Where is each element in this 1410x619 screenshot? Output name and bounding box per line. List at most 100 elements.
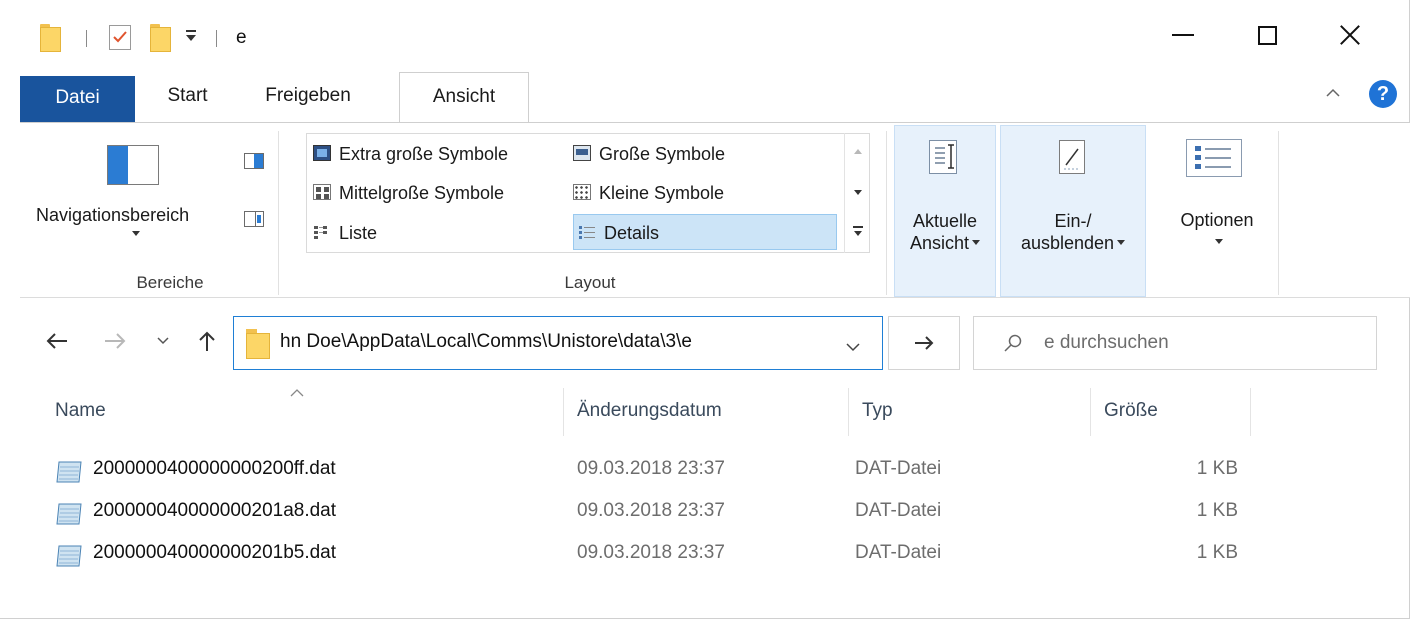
- maximize-icon: [1257, 25, 1277, 45]
- ein-ausblenden-label-1: Ein-/: [1054, 211, 1092, 231]
- column-separator[interactable]: [1250, 388, 1251, 436]
- address-path[interactable]: hn Doe\AppData\Local\Comms\Unistore\data…: [280, 331, 692, 353]
- large-icons-icon: [573, 145, 591, 162]
- layout-group-label: Layout: [564, 273, 616, 292]
- layout-extra-large-icons[interactable]: Extra große Symbole: [313, 136, 508, 172]
- file-row[interactable]: 200000040000000201b5.dat 09.03.2018 23:3…: [55, 532, 1255, 572]
- file-row[interactable]: 2000000400000000200ff.dat 09.03.2018 23:…: [55, 448, 1255, 488]
- layout-medium-icons[interactable]: Mittelgroße Symbole: [313, 175, 504, 211]
- search-input[interactable]: e durchsuchen: [973, 316, 1377, 370]
- column-header-date[interactable]: Änderungsdatum: [577, 400, 722, 422]
- file-size: 1 KB: [1196, 542, 1238, 563]
- column-separator[interactable]: [563, 388, 564, 436]
- explorer-window: e Datei Start Freigeben Ansicht ? Naviga…: [0, 0, 1410, 619]
- group-separator: [886, 131, 887, 295]
- layout-small-icons[interactable]: Kleine Symbole: [573, 175, 724, 211]
- small-icons-icon: [573, 184, 591, 201]
- chevron-down-icon: [157, 337, 169, 345]
- layout-more-button[interactable]: [845, 213, 871, 253]
- details-icon: [578, 224, 596, 241]
- layout-large-icons[interactable]: Große Symbole: [573, 136, 725, 172]
- ein-ausblenden-label-2: ausblenden: [1020, 233, 1115, 253]
- address-bar[interactable]: hn Doe\AppData\Local\Comms\Unistore\data…: [233, 316, 883, 370]
- options-icon: [1186, 139, 1242, 177]
- bereiche-group-label: Bereiche: [136, 273, 204, 292]
- column-separator[interactable]: [1090, 388, 1091, 436]
- dat-file-icon: [56, 503, 82, 525]
- file-row[interactable]: 200000040000000201a8.dat 09.03.2018 23:3…: [55, 490, 1255, 530]
- chevron-down-icon: [972, 239, 981, 245]
- forward-button[interactable]: [100, 324, 130, 358]
- aktuelle-ansicht-button[interactable]: Aktuelle Ansicht: [894, 125, 996, 297]
- customize-quick-access-icon[interactable]: [185, 30, 197, 44]
- arrow-up-icon: [199, 331, 215, 351]
- column-header-name[interactable]: Name: [55, 400, 106, 422]
- list-icon: [313, 224, 331, 241]
- column-separator[interactable]: [848, 388, 849, 436]
- help-icon[interactable]: ?: [1369, 80, 1397, 108]
- quick-access-separator: [216, 30, 217, 47]
- file-date: 09.03.2018 23:37: [577, 458, 725, 479]
- preview-pane-icon[interactable]: [244, 153, 264, 169]
- up-button[interactable]: [192, 324, 222, 358]
- file-type: DAT-Datei: [855, 542, 942, 563]
- ein-ausblenden-button[interactable]: Ein-/ausblenden: [1000, 125, 1146, 297]
- layout-scroll-up-button[interactable]: [845, 133, 871, 173]
- current-view-icon: [929, 140, 957, 174]
- column-header-type[interactable]: Typ: [862, 400, 893, 422]
- file-list: Name Änderungsdatum Typ Größe 2000000400…: [0, 382, 1410, 619]
- maximize-button[interactable]: [1237, 10, 1297, 60]
- folder-icon: [246, 329, 270, 359]
- quick-access-separator: [86, 30, 87, 47]
- search-placeholder: e durchsuchen: [1044, 332, 1169, 353]
- tab-datei[interactable]: Datei: [20, 76, 135, 122]
- file-date: 09.03.2018 23:37: [577, 500, 725, 521]
- address-history-button[interactable]: [846, 339, 860, 357]
- close-icon: [1339, 24, 1361, 46]
- tab-ansicht[interactable]: Ansicht: [399, 72, 529, 123]
- title-bar: e: [0, 0, 1410, 72]
- layout-list[interactable]: Liste: [313, 215, 377, 251]
- group-separator: [278, 131, 279, 295]
- column-header-size[interactable]: Größe: [1104, 400, 1158, 422]
- aktuelle-ansicht-label-2: Ansicht: [909, 233, 970, 253]
- optionen-button[interactable]: Optionen: [1152, 125, 1282, 297]
- medium-icons-icon: [313, 184, 331, 201]
- back-button[interactable]: [42, 324, 72, 358]
- aktuelle-ansicht-label-1: Aktuelle: [912, 211, 978, 231]
- ribbon-ansicht: Navigationsbereich Bereiche Extra große …: [20, 122, 1410, 298]
- group-separator: [1278, 131, 1279, 295]
- chevron-down-icon: [132, 231, 140, 236]
- details-pane-icon[interactable]: [244, 211, 264, 227]
- navigationsbereich-label: Navigationsbereich: [36, 205, 190, 225]
- recent-locations-button[interactable]: [148, 324, 178, 358]
- layout-scroll-down-button[interactable]: [845, 173, 871, 213]
- dat-file-icon: [56, 461, 82, 483]
- go-button[interactable]: [888, 316, 960, 370]
- minimize-icon: [1172, 34, 1194, 36]
- new-folder-icon[interactable]: [150, 24, 171, 52]
- dat-file-icon: [56, 545, 82, 567]
- chevron-down-icon: [1117, 239, 1126, 245]
- file-name: 200000040000000201a8.dat: [93, 500, 337, 521]
- sort-ascending-icon: [290, 389, 304, 397]
- tab-freigeben[interactable]: Freigeben: [243, 72, 373, 122]
- show-hide-icon: [1059, 140, 1085, 174]
- close-button[interactable]: [1320, 10, 1380, 60]
- tab-start[interactable]: Start: [145, 72, 230, 122]
- search-icon: [1004, 334, 1022, 352]
- file-type: DAT-Datei: [855, 458, 942, 479]
- file-name: 200000040000000201b5.dat: [93, 542, 337, 563]
- properties-icon[interactable]: [109, 25, 131, 50]
- ribbon-tabs: Datei Start Freigeben Ansicht ?: [0, 72, 1410, 123]
- folder-icon[interactable]: [40, 24, 61, 52]
- window-title: e: [236, 27, 247, 48]
- chevron-down-icon: [1214, 238, 1223, 244]
- file-size: 1 KB: [1196, 500, 1238, 521]
- extra-large-icons-icon: [313, 145, 331, 162]
- minimize-button[interactable]: [1153, 10, 1213, 60]
- arrow-left-icon: [46, 333, 67, 349]
- layout-details[interactable]: Details: [573, 214, 837, 250]
- collapse-ribbon-icon[interactable]: [1326, 88, 1340, 98]
- arrow-right-icon: [915, 336, 934, 350]
